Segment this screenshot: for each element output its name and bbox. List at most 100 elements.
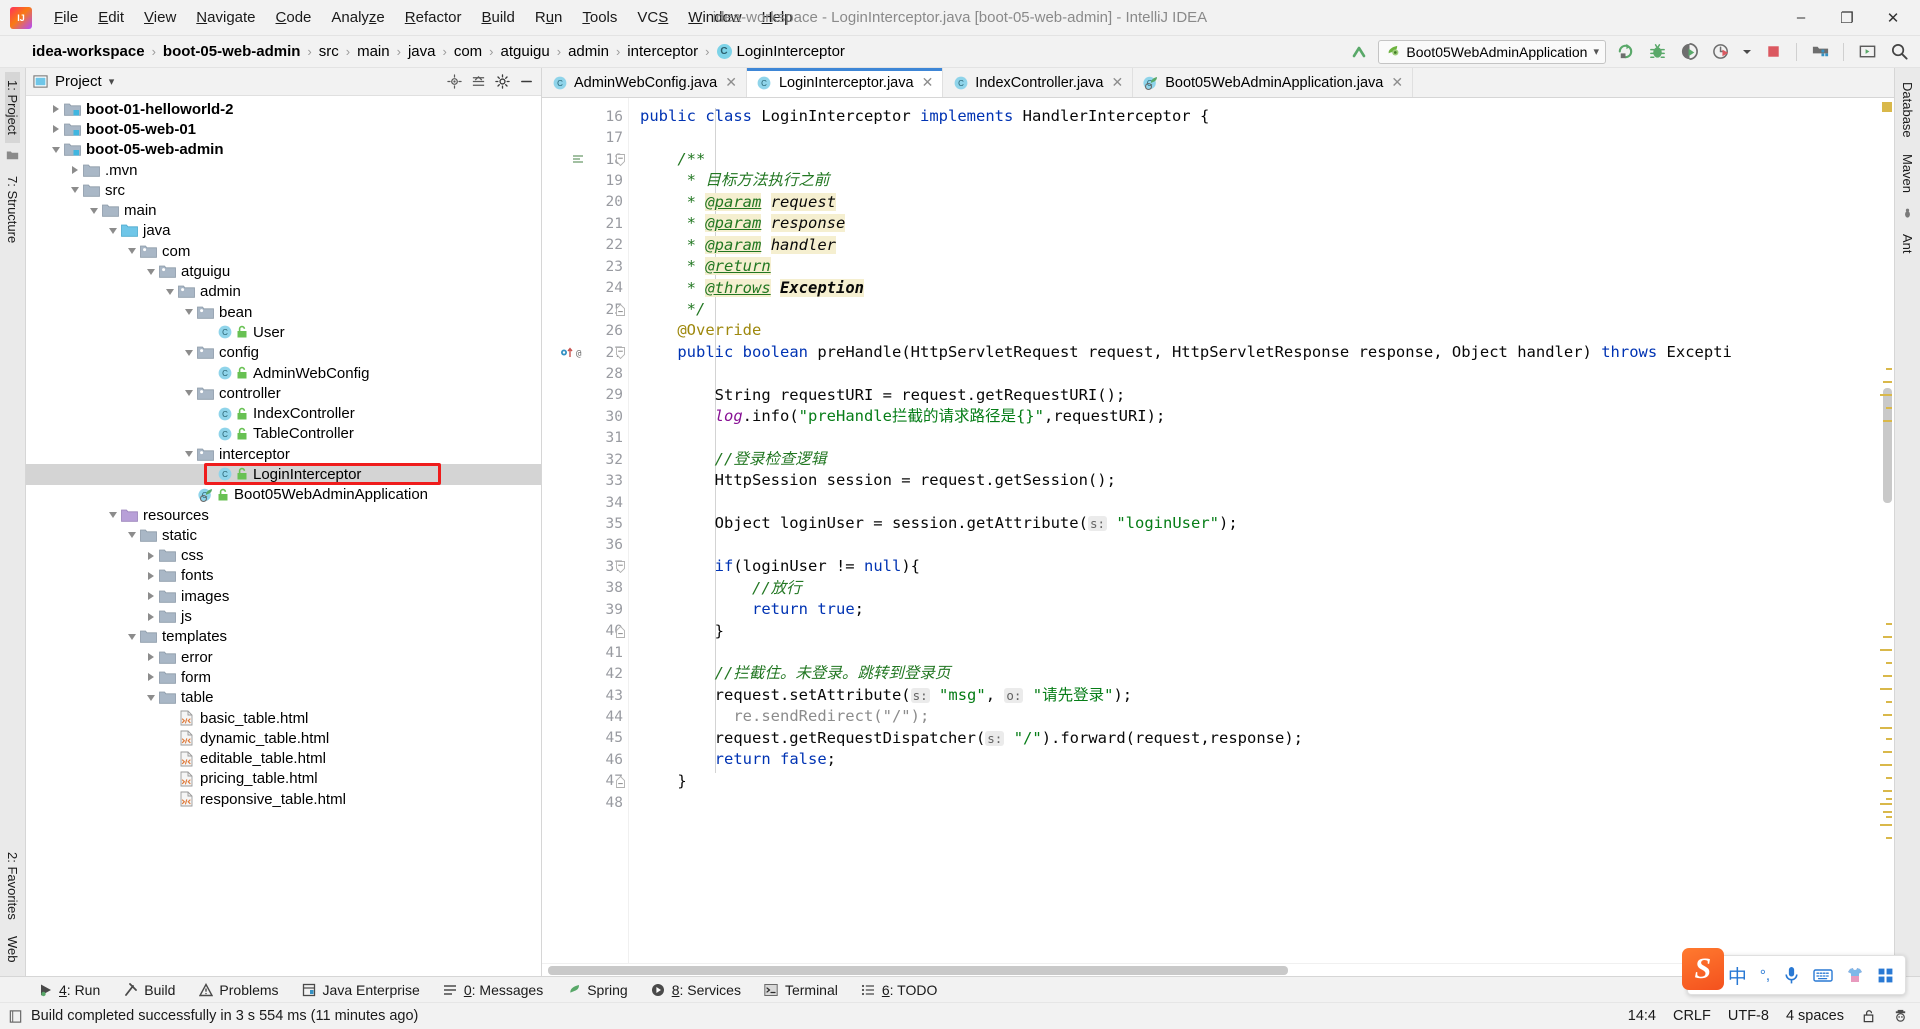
code-line-35[interactable]: Object loginUser = session.getAttribute(… <box>640 513 1894 534</box>
chevron-down-icon[interactable]: ▾ <box>1593 45 1599 58</box>
breadcrumb-boot-05-web-admin[interactable]: boot-05-web-admin <box>163 43 301 60</box>
fold-expand-icon[interactable] <box>615 561 626 572</box>
menu-file[interactable]: FFileile <box>44 5 88 30</box>
voice-input-icon[interactable] <box>1783 966 1800 985</box>
skin-icon[interactable] <box>1846 967 1864 984</box>
code-line-32[interactable]: //登录检查逻辑 <box>640 449 1894 470</box>
tree-node-atguigu[interactable]: atguigu <box>26 261 541 281</box>
editor-horizontal-scrollbar-thumb[interactable] <box>548 966 1288 975</box>
breadcrumb-admin[interactable]: admin <box>568 43 609 60</box>
code-analysis-marker[interactable] <box>1883 636 1892 638</box>
gutter-line-36[interactable]: 36 <box>542 535 628 556</box>
indent-setting[interactable]: 4 spaces <box>1786 1008 1844 1024</box>
tree-node-css[interactable]: css <box>26 546 541 566</box>
tree-node-table[interactable]: table <box>26 688 541 708</box>
tree-node-error[interactable]: error <box>26 647 541 667</box>
gutter-line-17[interactable]: 17 <box>542 127 628 148</box>
code-analysis-marker[interactable] <box>1880 764 1892 766</box>
tree-node-adminwebconfig[interactable]: CAdminWebConfig <box>26 363 541 383</box>
tree-node-interceptor[interactable]: interceptor <box>26 444 541 464</box>
tree-node-controller[interactable]: controller <box>26 383 541 403</box>
code-line-22[interactable]: * @param handler <box>640 235 1894 256</box>
tree-node-basic-table-html[interactable]: basic_table.html <box>26 708 541 728</box>
code-analysis-marker[interactable] <box>1883 714 1892 716</box>
rail-item-project[interactable]: 1: Project <box>5 72 20 143</box>
code-analysis-marker[interactable] <box>1880 649 1892 651</box>
locate-icon[interactable] <box>447 74 462 89</box>
tree-twisty[interactable] <box>124 629 140 645</box>
gutter-line-32[interactable]: 32 <box>542 449 628 470</box>
code-line-43[interactable]: request.setAttribute(s: "msg", o: "请先登录"… <box>640 685 1894 706</box>
build-tool-window[interactable]: Build <box>111 977 186 1002</box>
code-line-44[interactable]: // re.sendRedirect("/"); <box>640 706 1894 727</box>
tree-twisty[interactable] <box>200 466 216 482</box>
maximize-button[interactable]: ❐ <box>1824 1 1870 35</box>
gutter-line-30[interactable]: 30 <box>542 406 628 427</box>
gutter-line-19[interactable]: 19 <box>542 170 628 191</box>
gutter-line-34[interactable]: 34 <box>542 492 628 513</box>
line-separator[interactable]: CRLF <box>1673 1008 1711 1024</box>
tree-node-templates[interactable]: templates <box>26 627 541 647</box>
code-analysis-marker[interactable] <box>1883 381 1892 383</box>
tree-node-boot-01-helloworld-2[interactable]: boot-01-helloworld-2 <box>26 99 541 119</box>
code-analysis-marker[interactable] <box>1886 662 1892 664</box>
tree-node-images[interactable]: images <box>26 586 541 606</box>
tree-node-user[interactable]: CUser <box>26 322 541 342</box>
tree-twisty[interactable] <box>162 710 178 726</box>
breadcrumb-idea-workspace[interactable]: idea-workspace <box>32 43 145 60</box>
tree-node-boot05webadminapplication[interactable]: CBoot05WebAdminApplication <box>26 485 541 505</box>
code-line-33[interactable]: HttpSession session = request.getSession… <box>640 470 1894 491</box>
tree-twisty[interactable] <box>200 426 216 442</box>
tree-twisty[interactable] <box>48 142 64 158</box>
tree-node-js[interactable]: js <box>26 606 541 626</box>
collapse-all-icon[interactable] <box>471 74 486 89</box>
implementing-method-icon[interactable]: @ <box>560 346 584 359</box>
unlock-icon[interactable] <box>1861 1008 1876 1024</box>
tree-node-admin[interactable]: admin <box>26 282 541 302</box>
gutter-line-18[interactable]: 18 <box>542 149 628 170</box>
gutter-line-28[interactable]: 28 <box>542 363 628 384</box>
search-everywhere-icon[interactable] <box>1886 40 1912 64</box>
tree-twisty[interactable] <box>162 751 178 767</box>
hide-panel-icon[interactable] <box>519 74 534 89</box>
tree-twisty[interactable] <box>124 243 140 259</box>
tree-twisty[interactable] <box>105 223 121 239</box>
gutter-line-43[interactable]: 43 <box>542 685 628 706</box>
breadcrumb-java[interactable]: java <box>408 43 436 60</box>
gutter-line-33[interactable]: 33 <box>542 470 628 491</box>
gutter-line-20[interactable]: 20 <box>542 192 628 213</box>
run-coverage-icon[interactable] <box>1676 40 1702 64</box>
breadcrumb-main[interactable]: main <box>357 43 390 60</box>
code-line-25[interactable]: */ <box>640 299 1894 320</box>
menu-analyze[interactable]: Analyze <box>321 5 394 30</box>
code-analysis-marker[interactable] <box>1883 420 1892 422</box>
tree-node-indexcontroller[interactable]: CIndexController <box>26 403 541 423</box>
code-line-29[interactable]: String requestURI = request.getRequestUR… <box>640 385 1894 406</box>
close-button[interactable]: ✕ <box>1870 1 1916 35</box>
code-line-20[interactable]: * @param request <box>640 192 1894 213</box>
tree-twisty[interactable] <box>162 791 178 807</box>
tree-twisty[interactable] <box>143 548 159 564</box>
gutter-line-26[interactable]: 26 <box>542 320 628 341</box>
gutter-line-27[interactable]: @27 <box>542 342 628 363</box>
tree-twisty[interactable] <box>181 304 197 320</box>
tree-twisty[interactable] <box>143 649 159 665</box>
code-analysis-marker[interactable] <box>1880 688 1892 690</box>
code-analysis-marker[interactable] <box>1883 675 1892 677</box>
gutter-line-31[interactable]: 31 <box>542 428 628 449</box>
tree-node-main[interactable]: main <box>26 200 541 220</box>
code-line-45[interactable]: request.getRequestDispatcher(s: "/").for… <box>640 728 1894 749</box>
code-analysis-marker[interactable] <box>1886 368 1892 370</box>
gutter-line-35[interactable]: 35 <box>542 513 628 534</box>
run-configuration-selector[interactable]: Boot05WebAdminApplication ▾ <box>1378 40 1606 64</box>
code-line-47[interactable]: } <box>640 771 1894 792</box>
terminal-window-icon[interactable] <box>1854 40 1880 64</box>
editor-tab-adminwebconfig[interactable]: CAdminWebConfig.java✕ <box>542 68 747 97</box>
menu-edit[interactable]: Edit <box>88 5 134 30</box>
run-tool-window[interactable]: 4: Run <box>26 977 111 1002</box>
tree-node-java[interactable]: java <box>26 221 541 241</box>
tree-twisty[interactable] <box>143 669 159 685</box>
inspection-status-icon[interactable] <box>1882 102 1892 112</box>
tree-twisty[interactable] <box>181 487 197 503</box>
rail-item-maven[interactable]: Maven <box>1900 146 1915 201</box>
